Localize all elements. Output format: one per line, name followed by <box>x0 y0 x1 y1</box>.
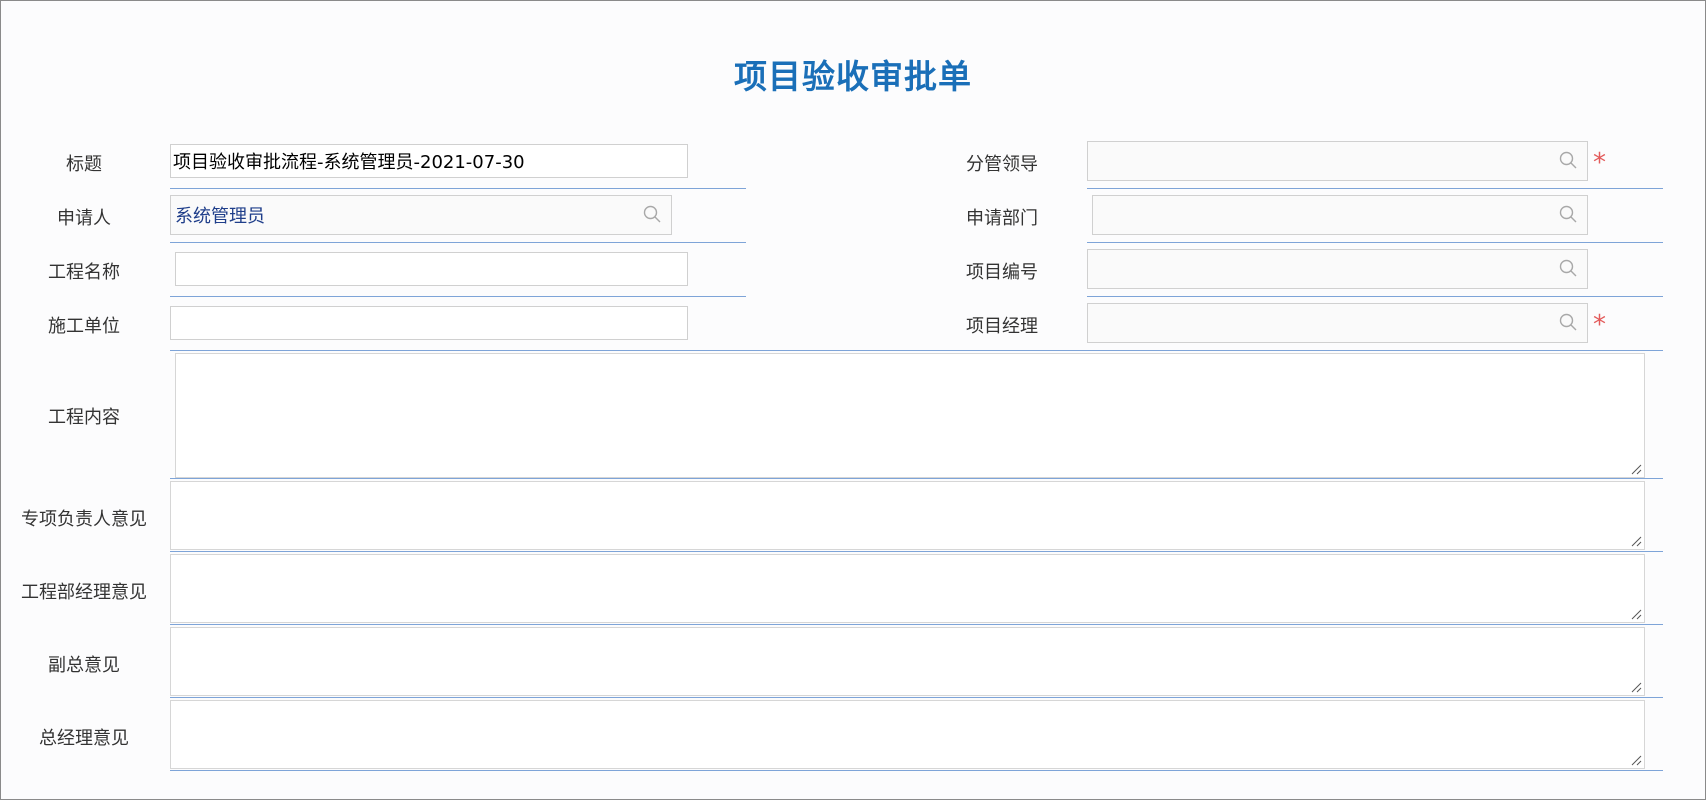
content-label: 工程内容 <box>48 407 120 428</box>
project-no-field[interactable] <box>1087 249 1588 289</box>
resize-grip-icon[interactable] <box>1630 681 1642 693</box>
search-icon[interactable] <box>1559 259 1577 277</box>
title-label: 标题 <box>66 154 102 175</box>
eng-mgr-opinion-textarea[interactable] <box>170 554 1645 623</box>
gm-opinion-textarea[interactable] <box>170 700 1645 769</box>
applicant-field[interactable]: 系统管理员 <box>170 195 672 235</box>
row-divider <box>1087 242 1663 243</box>
gm-opinion-label: 总经理意见 <box>39 728 129 749</box>
row-divider <box>170 188 746 189</box>
search-icon[interactable] <box>643 205 661 223</box>
applicant-value: 系统管理员 <box>175 206 265 227</box>
pm-field[interactable] <box>1087 303 1588 343</box>
applicant-label: 申请人 <box>57 208 111 229</box>
row-divider <box>1087 188 1663 189</box>
row-divider <box>170 697 1663 698</box>
row-divider <box>170 242 746 243</box>
content-textarea[interactable] <box>175 353 1645 478</box>
leader-field[interactable] <box>1087 141 1588 181</box>
required-star-icon: * <box>1593 310 1606 340</box>
resize-grip-icon[interactable] <box>1630 608 1642 620</box>
project-no-label: 项目编号 <box>966 262 1038 283</box>
eng-mgr-opinion-label: 工程部经理意见 <box>21 582 147 603</box>
row-divider <box>170 770 1663 771</box>
page-title: 项目验收审批单 <box>734 57 972 96</box>
vp-opinion-label: 副总意见 <box>48 655 120 676</box>
construction-unit-label: 施工单位 <box>48 316 120 337</box>
required-star-icon: * <box>1593 148 1606 178</box>
dept-field[interactable] <box>1092 195 1588 235</box>
search-icon[interactable] <box>1559 151 1577 169</box>
project-name-input[interactable] <box>175 252 688 286</box>
special-opinion-textarea[interactable] <box>170 481 1645 550</box>
row-divider <box>1087 296 1663 297</box>
resize-grip-icon[interactable] <box>1630 463 1642 475</box>
project-name-label: 工程名称 <box>48 262 120 283</box>
search-icon[interactable] <box>1559 313 1577 331</box>
special-opinion-label: 专项负责人意见 <box>21 509 147 530</box>
dept-label: 申请部门 <box>966 208 1038 229</box>
row-divider <box>170 624 1663 625</box>
pm-label: 项目经理 <box>966 316 1038 337</box>
leader-label: 分管领导 <box>966 154 1038 175</box>
row-divider <box>170 478 1663 479</box>
search-icon[interactable] <box>1559 205 1577 223</box>
vp-opinion-textarea[interactable] <box>170 627 1645 696</box>
resize-grip-icon[interactable] <box>1630 535 1642 547</box>
row-divider <box>170 551 1663 552</box>
title-input[interactable]: 项目验收审批流程-系统管理员-2021-07-30 <box>170 144 688 178</box>
resize-grip-icon[interactable] <box>1630 754 1642 766</box>
construction-unit-input[interactable] <box>170 306 688 340</box>
row-divider <box>170 296 746 297</box>
row-divider <box>170 350 1663 351</box>
